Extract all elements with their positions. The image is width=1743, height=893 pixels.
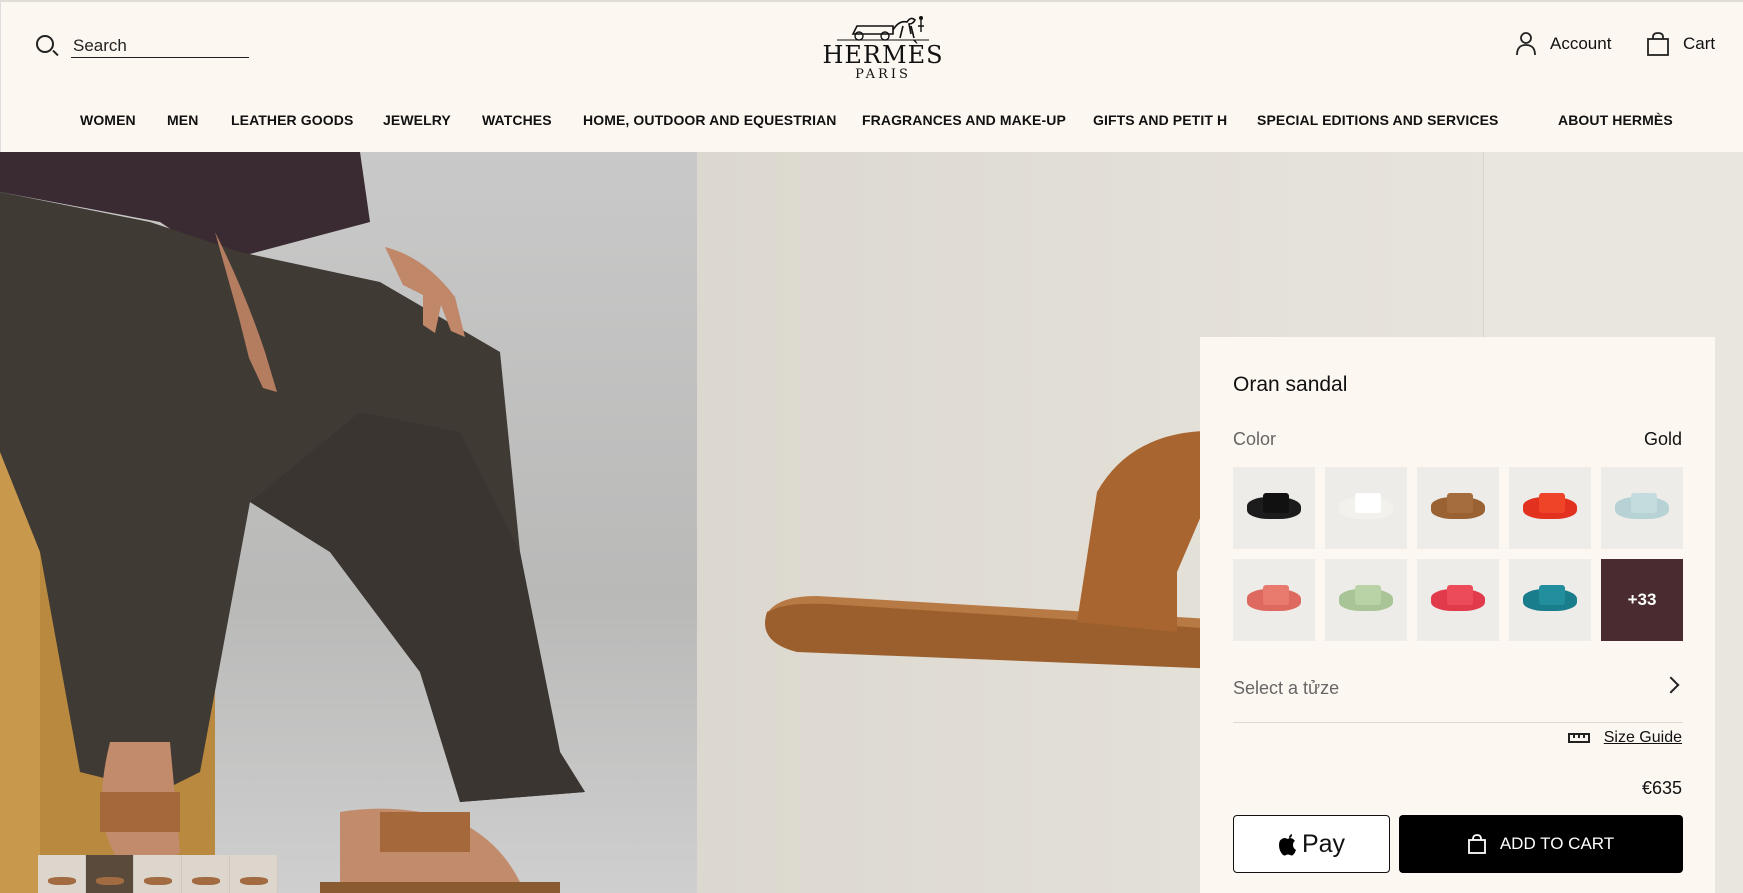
sandal-strap xyxy=(1539,585,1565,605)
color-swatch[interactable] xyxy=(1233,559,1315,641)
search-input[interactable] xyxy=(71,34,249,58)
cart-link[interactable]: Cart xyxy=(1647,32,1715,56)
nav-item-about-hermes[interactable]: ABOUT HERMÈS xyxy=(1558,112,1673,128)
shopping-bag-icon xyxy=(1467,834,1486,854)
cart-label: Cart xyxy=(1683,34,1716,53)
nav-item-special-editions[interactable]: SPECIAL EDITIONS AND SERVICES xyxy=(1257,112,1498,128)
shopping-bag-icon xyxy=(1647,32,1669,56)
main-navigation: WOMEN MEN LEATHER GOODS JEWELRY WATCHES … xyxy=(1,112,1743,134)
color-swatch-grid: +33 xyxy=(1233,467,1683,641)
apple-pay-button[interactable]: Pay xyxy=(1233,815,1390,873)
carriage-logo-icon xyxy=(837,16,929,41)
size-guide-link[interactable]: Size Guide xyxy=(1567,729,1682,747)
gallery-thumbnail[interactable] xyxy=(86,855,134,893)
nav-item-jewelry[interactable]: JEWELRY xyxy=(383,112,451,128)
model-wearing-sandals-image xyxy=(0,152,585,893)
add-to-cart-label: ADD TO CART xyxy=(1499,834,1615,853)
add-to-cart-button[interactable]: ADD TO CART xyxy=(1399,815,1683,873)
nav-item-leather-goods[interactable]: LEATHER GOODS xyxy=(231,112,353,128)
site-header: HERMÈS PARIS Account Cart WOMEN MEN LEAT… xyxy=(0,0,1743,152)
gallery-thumbnail[interactable] xyxy=(38,855,86,893)
color-swatch[interactable] xyxy=(1509,559,1591,641)
nav-item-gifts-petit-h[interactable]: GIFTS AND PETIT H xyxy=(1093,112,1227,128)
color-swatch[interactable] xyxy=(1601,467,1683,549)
nav-item-fragrances-makeup[interactable]: FRAGRANCES AND MAKE-UP xyxy=(862,112,1066,128)
nav-item-women[interactable]: WOMEN xyxy=(80,112,136,128)
color-swatch[interactable] xyxy=(1325,467,1407,549)
sandal-strap xyxy=(1447,493,1473,513)
logo-brand: HERMÈS xyxy=(822,41,944,69)
apple-logo-icon xyxy=(1278,834,1296,856)
search-bar xyxy=(35,34,249,58)
logo-city: PARIS xyxy=(855,67,911,82)
user-icon xyxy=(1516,32,1536,56)
apple-pay-label: Pay xyxy=(1301,829,1346,858)
color-swatch[interactable] xyxy=(1417,467,1499,549)
account-link[interactable]: Account xyxy=(1516,32,1611,56)
color-swatch[interactable] xyxy=(1417,559,1499,641)
color-swatch[interactable] xyxy=(1509,467,1591,549)
sandal-strap xyxy=(1539,493,1565,513)
gallery-thumbnail[interactable] xyxy=(134,855,182,893)
more-colors-label: +33 xyxy=(1627,590,1657,609)
sandal-strap xyxy=(1447,585,1473,605)
nav-item-watches[interactable]: WATCHES xyxy=(482,112,552,128)
sandal-strap xyxy=(1263,585,1289,605)
sandal-strap xyxy=(1263,493,1289,513)
product-title: Oran sandal xyxy=(1233,373,1348,396)
sandal-strap xyxy=(1355,493,1381,513)
product-info-panel: Oran sandal Color Gold +33 Select a tửze… xyxy=(1200,337,1715,893)
selected-color: Gold xyxy=(1643,429,1682,449)
size-guide-label: Size Guide xyxy=(1603,729,1682,746)
nav-item-home-outdoor-equestrian[interactable]: HOME, OUTDOOR AND EQUESTRIAN xyxy=(583,112,837,128)
product-gallery: Oran sandal Color Gold +33 Select a tửze… xyxy=(0,152,1743,893)
product-price: €635 xyxy=(1641,778,1682,798)
sandal-strap xyxy=(1355,585,1381,605)
size-selector[interactable]: Select a tửze xyxy=(1233,667,1683,723)
gallery-thumbnails xyxy=(38,855,278,893)
chevron-right-icon xyxy=(1662,676,1680,694)
more-colors-button[interactable]: +33 xyxy=(1601,559,1683,641)
nav-item-men[interactable]: MEN xyxy=(167,112,198,128)
sandal-strap xyxy=(1631,493,1657,513)
ruler-icon xyxy=(1567,733,1590,743)
color-swatch[interactable] xyxy=(1325,559,1407,641)
color-swatch[interactable] xyxy=(1233,467,1315,549)
model-photo[interactable] xyxy=(0,152,697,893)
search-icon[interactable] xyxy=(35,34,59,58)
size-placeholder: Select a tửze xyxy=(1233,678,1340,698)
gallery-thumbnail[interactable] xyxy=(230,855,278,893)
gallery-thumbnail[interactable] xyxy=(182,855,230,893)
account-label: Account xyxy=(1550,34,1612,53)
color-label: Color xyxy=(1233,429,1277,449)
hermes-logo[interactable]: HERMÈS PARIS xyxy=(821,12,945,82)
